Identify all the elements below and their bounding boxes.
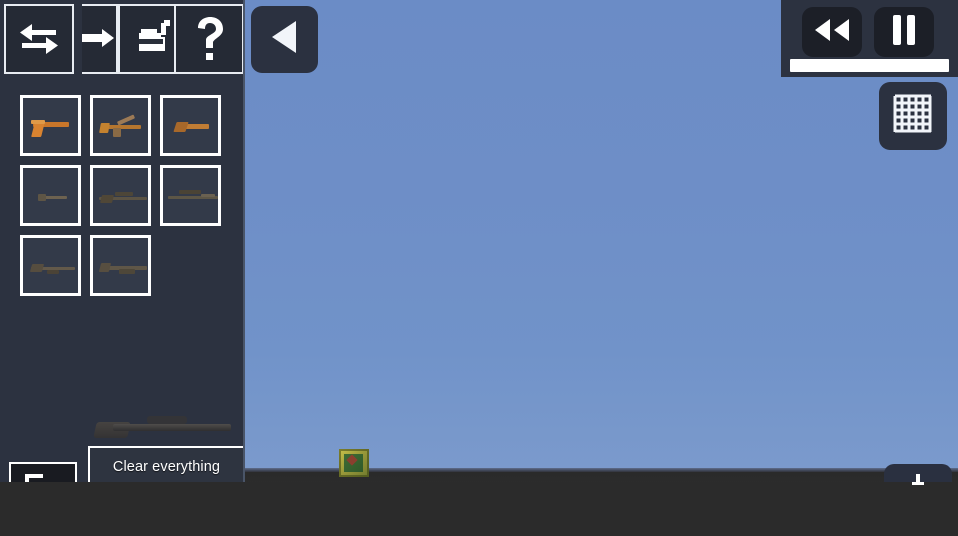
- world-object-green-crate[interactable]: [339, 449, 369, 477]
- weapon-slot-sawed-off-shotgun[interactable]: [160, 95, 221, 156]
- time-slider[interactable]: [790, 59, 949, 72]
- arrow-right-icon: [82, 27, 116, 51]
- weapon-sprite: [93, 98, 148, 153]
- weapon-grid-row: [20, 95, 235, 156]
- weapon-part: [173, 122, 189, 132]
- exit-door-icon: [21, 472, 65, 519]
- weapon-slot-submachine-gun[interactable]: [90, 95, 151, 156]
- weapon-slot-sniper-rifle[interactable]: [160, 165, 221, 226]
- weapon-sprite: [93, 168, 148, 223]
- grid-icon: [891, 92, 935, 141]
- weapon-part: [38, 194, 46, 201]
- triangle-left-icon: [268, 18, 302, 61]
- toolbar-button-swap[interactable]: [4, 4, 74, 74]
- swap-arrows-icon: [18, 22, 60, 56]
- weapon-part: [29, 264, 45, 272]
- weapon-inventory-grid: [20, 95, 235, 305]
- time-control-panel: [781, 0, 958, 77]
- weapon-part: [98, 263, 112, 272]
- weapon-icon-lever-action-rifle: [23, 238, 78, 293]
- rewind-button[interactable]: [802, 7, 862, 57]
- weapon-slot-pump-shotgun[interactable]: [90, 235, 151, 296]
- weapon-grid-row: [20, 235, 235, 296]
- anchor-icon: [910, 473, 926, 494]
- weapon-part: [201, 194, 215, 197]
- weapon-sprite: [23, 168, 78, 223]
- weapon-part: [31, 120, 45, 124]
- clear-buttons-group: Clear everything Clear living: [88, 446, 245, 530]
- pause-icon: [890, 14, 918, 51]
- collapse-panel-button[interactable]: [251, 6, 318, 73]
- sidebar-edge-divider: [243, 0, 245, 536]
- weapon-sprite: [93, 238, 148, 293]
- question-mark-icon: [192, 16, 226, 62]
- weapon-icon-pump-shotgun: [93, 238, 148, 293]
- preview-stock: [93, 422, 131, 438]
- anchor-button[interactable]: [0, 464, 958, 536]
- weapon-slot-scoped-rifle[interactable]: [90, 165, 151, 226]
- pause-button[interactable]: [874, 7, 934, 57]
- weapon-part: [47, 270, 59, 274]
- weapon-part: [99, 123, 110, 133]
- clear-everything-button[interactable]: Clear everything: [88, 446, 245, 488]
- toolbar-button-help[interactable]: [174, 4, 244, 74]
- weapon-part: [113, 128, 121, 137]
- weapon-icon-submachine-gun: [93, 98, 148, 153]
- weapon-sprite: [23, 238, 78, 293]
- game-screen: Clear everything Clear living: [0, 0, 958, 536]
- weapon-part: [115, 192, 133, 196]
- left-sidebar-panel: Clear everything Clear living: [0, 0, 245, 536]
- weapon-slot-lever-action-rifle[interactable]: [20, 235, 81, 296]
- weapon-icon-scoped-rifle: [93, 168, 148, 223]
- weapon-part: [119, 269, 135, 274]
- preview-barrel: [113, 424, 231, 431]
- weapon-sprite: [163, 98, 218, 153]
- preview-scope: [147, 416, 187, 424]
- toolbar-button-next[interactable]: [82, 4, 118, 74]
- weapon-preview-watermark: [93, 408, 240, 450]
- weapon-part: [116, 114, 136, 126]
- weapon-part: [100, 195, 114, 203]
- clear-everything-label: Clear everything: [112, 459, 221, 475]
- weapon-part: [31, 122, 45, 137]
- paint-bucket-icon: [131, 17, 175, 61]
- weapon-icon-sawed-off-shotgun: [163, 98, 218, 153]
- weapon-part: [179, 190, 201, 194]
- grid-toggle-button[interactable]: [879, 82, 947, 150]
- rewind-icon: [812, 17, 852, 48]
- weapon-sprite: [163, 168, 218, 223]
- weapon-sprite: [23, 98, 78, 153]
- sidebar-toolbar: [0, 0, 245, 78]
- exit-button[interactable]: [9, 462, 77, 528]
- clear-living-button[interactable]: Clear living: [88, 488, 245, 530]
- weapon-icon-pistol: [23, 98, 78, 153]
- weapon-grid-row: [20, 165, 235, 226]
- weapon-icon-sniper-rifle: [163, 168, 218, 223]
- weapon-icon-carbine: [23, 168, 78, 223]
- clear-living-label: Clear living: [130, 500, 203, 516]
- weapon-slot-pistol[interactable]: [20, 95, 81, 156]
- weapon-slot-carbine[interactable]: [20, 165, 81, 226]
